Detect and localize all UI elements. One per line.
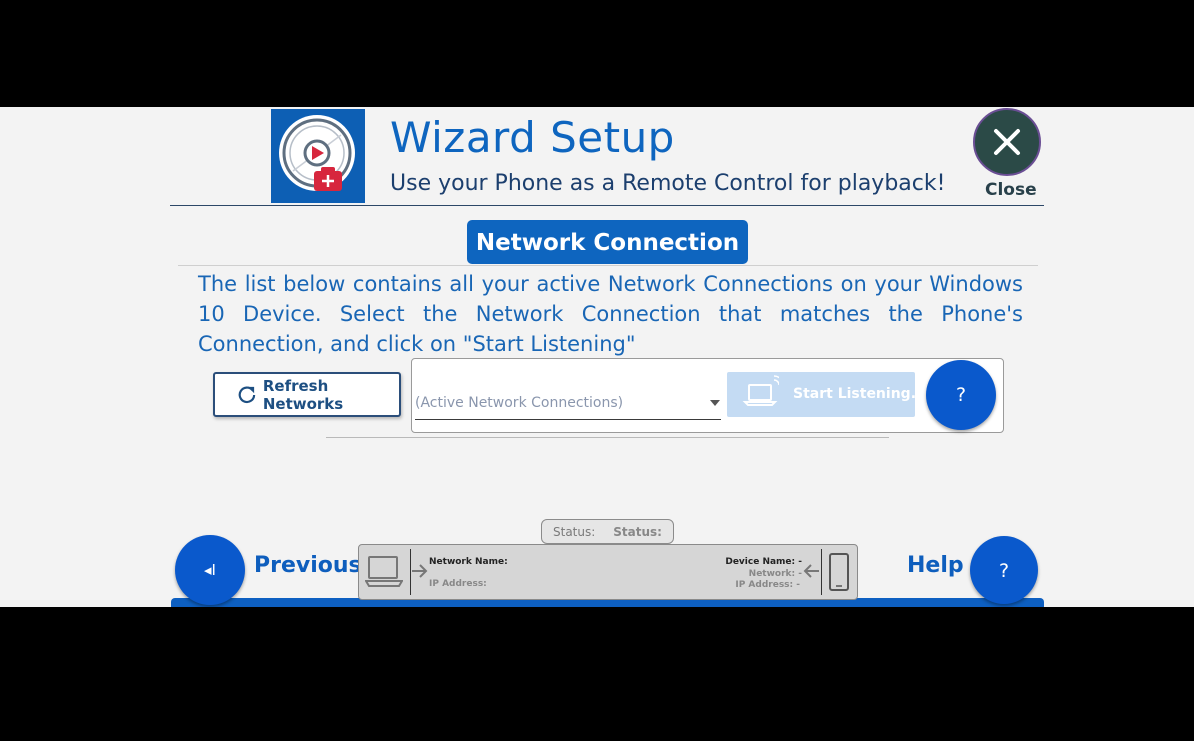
chevron-down-icon	[710, 400, 720, 406]
page-subtitle: Use your Phone as a Remote Control for p…	[390, 171, 946, 196]
previous-label[interactable]: Previous	[254, 553, 362, 578]
network-help-button[interactable]: ?	[926, 360, 996, 430]
ip-address-label: IP Address:	[429, 579, 487, 589]
network-connection-dropdown[interactable]: (Active Network Connections)	[415, 393, 721, 420]
device-name-label: Device Name: -	[725, 557, 802, 567]
section-title-network-connection: Network Connection	[467, 220, 748, 264]
arrow-right-icon	[412, 564, 428, 578]
help-button[interactable]: ?	[970, 536, 1038, 604]
close-label[interactable]: Close	[985, 180, 1037, 200]
help-label[interactable]: Help	[907, 553, 964, 578]
refresh-networks-label: Refresh Networks	[262, 376, 344, 413]
page-title: Wizard Setup	[390, 113, 675, 162]
status-label: Status:	[553, 524, 596, 539]
refresh-networks-button[interactable]: Refresh Networks	[213, 372, 401, 417]
phone-icon	[829, 553, 849, 591]
connection-info-box: Network Name: IP Address: Device Name: -…	[358, 544, 858, 600]
media-remote-logo-icon	[279, 115, 355, 191]
laptop-icon	[365, 556, 403, 587]
info-divider-right	[821, 549, 822, 595]
status-value: Status:	[613, 524, 662, 539]
network-label: Network: -	[748, 569, 802, 579]
close-icon	[994, 129, 1020, 155]
previous-button[interactable]: ◂I	[175, 535, 245, 605]
dropdown-placeholder: (Active Network Connections)	[415, 395, 624, 411]
laptop-wireless-icon	[742, 375, 779, 406]
network-name-label: Network Name:	[429, 557, 508, 567]
close-button[interactable]	[973, 108, 1041, 176]
header-divider	[170, 205, 1044, 206]
app-logo	[271, 109, 365, 203]
device-ip-label: IP Address: -	[735, 580, 800, 590]
wizard-window: Wizard Setup Use your Phone as a Remote …	[0, 107, 1194, 607]
controls-divider	[326, 437, 889, 438]
arrow-left-icon	[803, 564, 819, 578]
start-listening-button[interactable]: Start Listening..	[727, 372, 921, 417]
section-divider	[178, 265, 1038, 266]
start-listening-label: Start Listening..	[793, 386, 922, 402]
refresh-icon	[238, 386, 256, 403]
instructions-text: The list below contains all your active …	[198, 272, 1023, 356]
status-badge: Status: Status:	[541, 519, 674, 544]
